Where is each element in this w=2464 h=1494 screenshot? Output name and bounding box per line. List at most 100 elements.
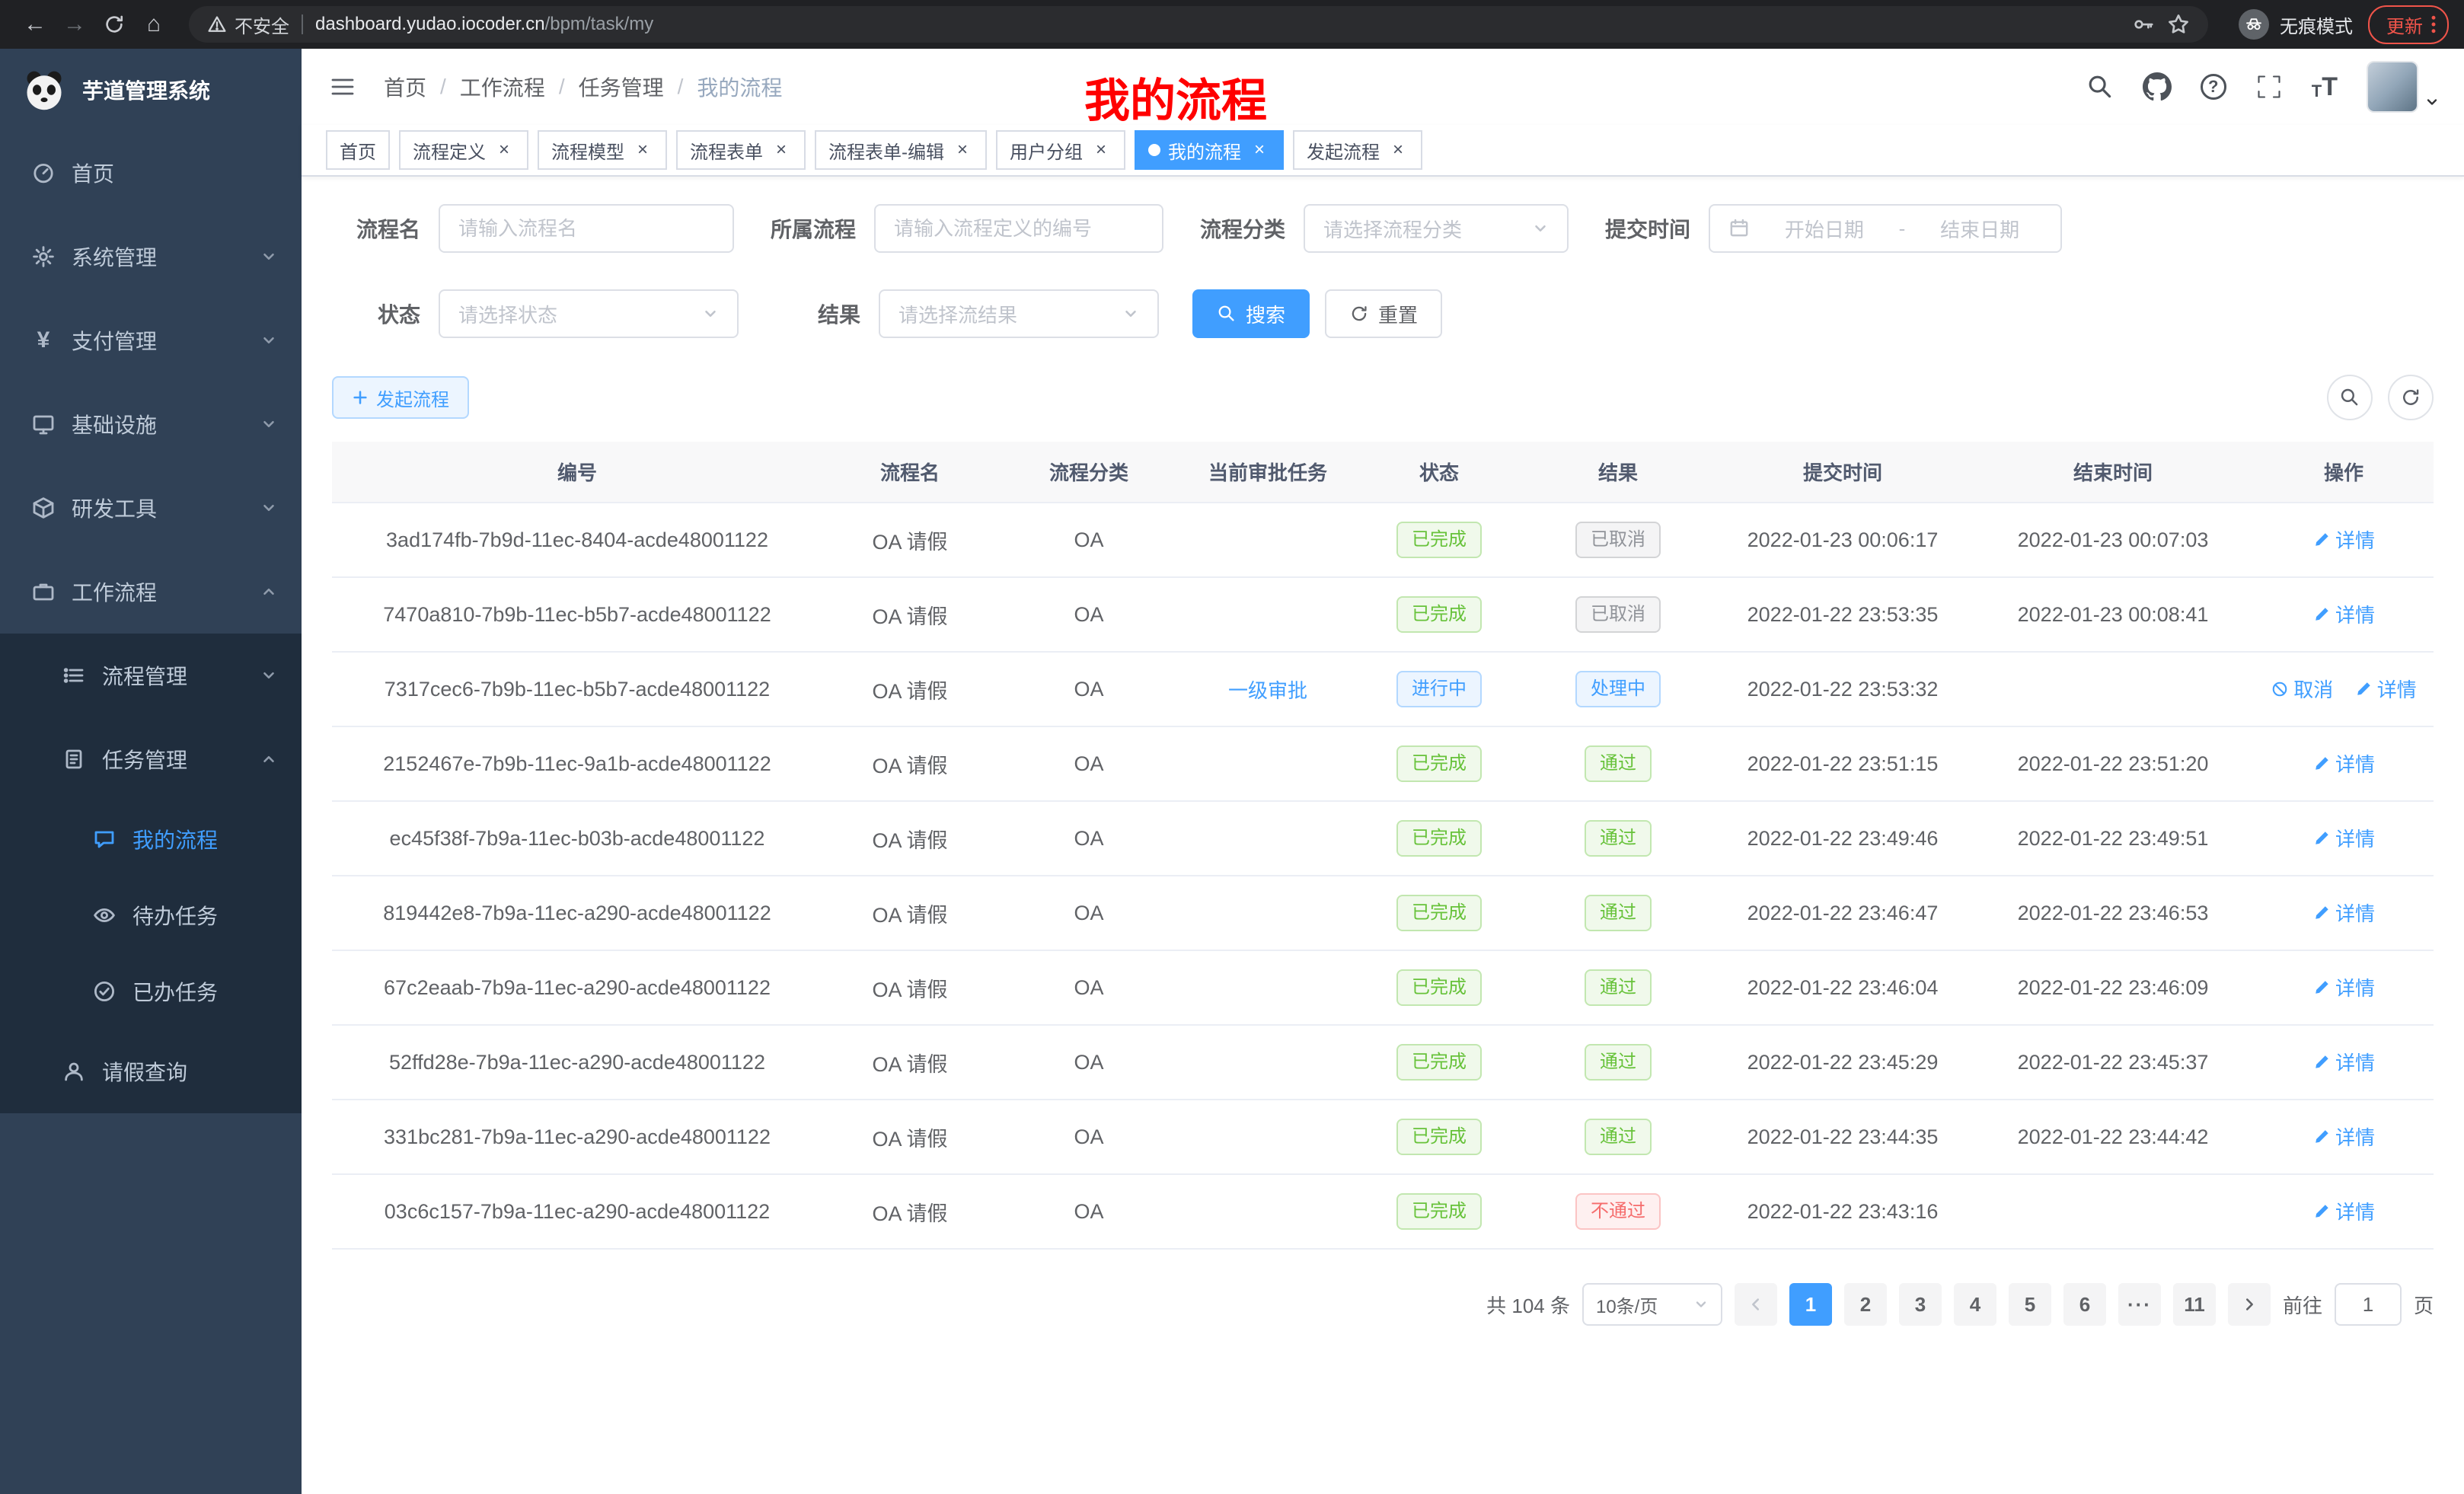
breadcrumb-home[interactable]: 首页	[384, 72, 426, 102]
tab-close-icon[interactable]: ×	[771, 139, 792, 161]
page-button-4[interactable]: 4	[1954, 1283, 1996, 1326]
page-button-3[interactable]: 3	[1899, 1283, 1942, 1326]
edit-icon	[2312, 531, 2331, 549]
tab-close-icon[interactable]: ×	[632, 139, 653, 161]
browser-update-button[interactable]: 更新	[2368, 5, 2449, 44]
page-button-5[interactable]: 5	[2009, 1283, 2051, 1326]
app-logo[interactable]: 芋道管理系统	[0, 49, 302, 131]
detail-link[interactable]: 详情	[2312, 525, 2375, 554]
breadcrumb-task-management[interactable]: 任务管理	[579, 72, 664, 102]
sidebar-item-system[interactable]: 系统管理	[0, 215, 302, 298]
sidebar-item-task-management[interactable]: 任务管理	[0, 717, 302, 801]
table-row: 819442e8-7b9a-11ec-a290-acde48001122 OA …	[332, 876, 2434, 950]
sidebar-item-label: 基础设施	[72, 409, 245, 439]
sidebar-item-label: 研发工具	[72, 493, 245, 523]
detail-link[interactable]: 详情	[2312, 749, 2375, 777]
tab-start-process[interactable]: 发起流程×	[1293, 130, 1422, 170]
header-search-button[interactable]	[2086, 73, 2114, 101]
tab-process-form-edit[interactable]: 流程表单-编辑×	[815, 130, 987, 170]
sidebar-item-leave-query[interactable]: 请假查询	[0, 1030, 302, 1113]
search-button[interactable]: 搜索	[1192, 289, 1310, 338]
result-badge: 通过	[1585, 820, 1652, 857]
breadcrumb-workflow[interactable]: 工作流程	[460, 72, 545, 102]
tab-close-icon[interactable]: ×	[1090, 139, 1112, 161]
sidebar-item-pending-tasks[interactable]: 待办任务	[0, 877, 302, 953]
sidebar-item-done-tasks[interactable]: 已办任务	[0, 953, 302, 1030]
chevron-left-icon	[1747, 1296, 1764, 1313]
bookmark-star-icon[interactable]	[2167, 13, 2190, 36]
fullscreen-button[interactable]	[2255, 73, 2283, 101]
page-button-6[interactable]: 6	[2063, 1283, 2106, 1326]
page-button-11[interactable]: 11	[2173, 1283, 2216, 1326]
browser-home-button[interactable]: ⌂	[134, 5, 174, 44]
sidebar-item-infrastructure[interactable]: 基础设施	[0, 382, 302, 466]
tab-home[interactable]: 首页	[326, 130, 390, 170]
cell-name: OA 请假	[822, 726, 997, 801]
page-button-2[interactable]: 2	[1844, 1283, 1887, 1326]
reset-button[interactable]: 重置	[1325, 289, 1442, 338]
tab-process-definition[interactable]: 流程定义 ×	[399, 130, 528, 170]
process-name-input[interactable]	[439, 204, 734, 253]
sidebar-item-label: 流程管理	[102, 660, 245, 691]
sidebar-item-workflow[interactable]: 工作流程	[0, 550, 302, 634]
refresh-table-button[interactable]	[2388, 375, 2434, 420]
current-task-link[interactable]: 一级审批	[1228, 675, 1307, 704]
detail-link[interactable]: 详情	[2354, 675, 2417, 703]
tab-process-model[interactable]: 流程模型×	[538, 130, 667, 170]
detail-link[interactable]: 详情	[2312, 1197, 2375, 1225]
table-row: 52ffd28e-7b9a-11ec-a290-acde48001122 OA …	[332, 1025, 2434, 1100]
detail-link[interactable]: 详情	[2312, 1122, 2375, 1151]
help-button[interactable]: ?	[2201, 74, 2226, 100]
status-select[interactable]: 请选择状态	[439, 289, 739, 338]
tab-process-form[interactable]: 流程表单×	[676, 130, 806, 170]
status-badge: 已完成	[1396, 969, 1482, 1006]
detail-link[interactable]: 详情	[2312, 824, 2375, 852]
result-badge: 通过	[1585, 1119, 1652, 1155]
page-button-1[interactable]: 1	[1789, 1283, 1832, 1326]
sidebar-toggle-button[interactable]	[326, 70, 359, 104]
password-key-icon[interactable]	[2132, 13, 2155, 36]
tab-my-processes[interactable]: 我的流程×	[1135, 130, 1284, 170]
result-select[interactable]: 请选择流结果	[879, 289, 1159, 338]
start-process-button[interactable]: 发起流程	[332, 376, 469, 419]
detail-link[interactable]: 详情	[2312, 600, 2375, 628]
cell-submit-time: 2022-01-22 23:53:35	[1713, 577, 1972, 652]
security-warning[interactable]: 不安全	[207, 11, 289, 38]
tab-close-icon[interactable]: ×	[1249, 139, 1270, 161]
toggle-search-button[interactable]	[2327, 375, 2373, 420]
sidebar-item-process-management[interactable]: 流程管理	[0, 634, 302, 717]
table-row: 2152467e-7b9b-11ec-9a1b-acde48001122 OA …	[332, 726, 2434, 801]
process-category-select[interactable]: 请选择流程分类	[1304, 204, 1569, 253]
page-ellipsis[interactable]: ···	[2118, 1283, 2161, 1326]
prev-page-button[interactable]	[1735, 1283, 1777, 1326]
tab-label: 流程定义	[413, 137, 486, 164]
submit-time-range-picker[interactable]: 开始日期 - 结束日期	[1709, 204, 2062, 253]
cancel-link[interactable]: 取消	[2271, 675, 2333, 703]
sidebar-item-devtools[interactable]: 研发工具	[0, 466, 302, 550]
github-link[interactable]	[2143, 72, 2172, 101]
sidebar-item-payment[interactable]: ¥ 支付管理	[0, 298, 302, 382]
font-size-button[interactable]: TT	[2312, 74, 2338, 100]
detail-link[interactable]: 详情	[2312, 899, 2375, 927]
address-bar[interactable]: 不安全 dashboard.yudao.iocoder.cn/bpm/task/…	[189, 6, 2208, 43]
breadcrumb: 首页 / 工作流程 / 任务管理 / 我的流程	[384, 72, 782, 102]
jump-page-input[interactable]	[2335, 1283, 2402, 1326]
sidebar-item-home[interactable]: 首页	[0, 131, 302, 215]
browser-back-button[interactable]: ←	[15, 5, 55, 44]
page-size-select[interactable]: 10条/页	[1582, 1283, 1722, 1326]
tab-close-icon[interactable]: ×	[952, 139, 973, 161]
tab-user-group[interactable]: 用户分组×	[996, 130, 1125, 170]
cell-submit-time: 2022-01-22 23:46:04	[1713, 950, 1972, 1025]
sidebar-item-my-processes[interactable]: 我的流程	[0, 801, 302, 877]
header-category: 流程分类	[997, 442, 1180, 503]
next-page-button[interactable]	[2228, 1283, 2271, 1326]
tab-close-icon[interactable]: ×	[493, 139, 515, 161]
detail-link[interactable]: 详情	[2312, 973, 2375, 1001]
owning-process-input[interactable]	[874, 204, 1163, 253]
tab-close-icon[interactable]: ×	[1387, 139, 1409, 161]
browser-forward-button[interactable]: →	[55, 5, 94, 44]
browser-reload-button[interactable]	[94, 5, 134, 44]
user-menu[interactable]	[2367, 61, 2440, 113]
edit-icon	[2312, 1128, 2331, 1146]
detail-link[interactable]: 详情	[2312, 1048, 2375, 1076]
